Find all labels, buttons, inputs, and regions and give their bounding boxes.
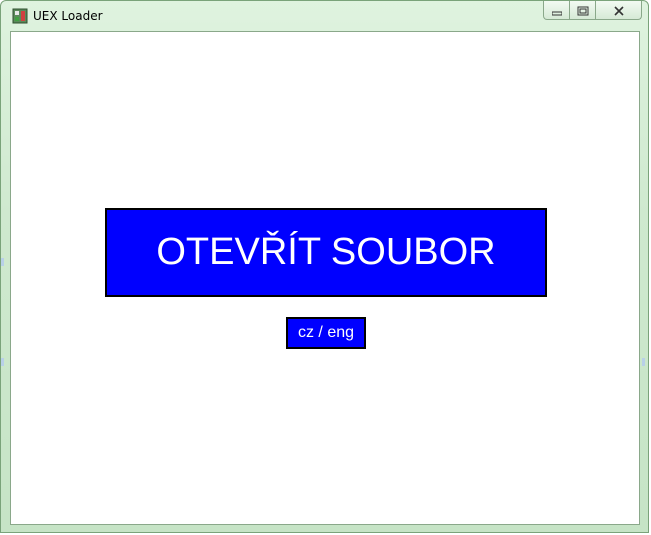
left-edge-mark (1, 258, 4, 266)
close-icon (613, 1, 625, 20)
app-window: UEX Loader OTEVŘÍT SOUBOR cz / eng (0, 0, 649, 533)
minimize-icon (551, 1, 562, 20)
close-button[interactable] (596, 1, 642, 20)
minimize-button[interactable] (543, 1, 570, 20)
window-title: UEX Loader (33, 9, 103, 23)
caption-buttons (543, 1, 642, 21)
left-edge-mark-lower (1, 358, 4, 366)
maximize-button[interactable] (570, 1, 596, 20)
title-bar[interactable]: UEX Loader (1, 1, 648, 31)
right-edge-mark (642, 358, 645, 366)
app-icon (12, 8, 28, 24)
maximize-icon (577, 1, 589, 20)
open-file-button[interactable]: OTEVŘÍT SOUBOR (105, 208, 547, 297)
language-toggle-button[interactable]: cz / eng (286, 317, 366, 349)
client-area: OTEVŘÍT SOUBOR cz / eng (10, 31, 640, 525)
